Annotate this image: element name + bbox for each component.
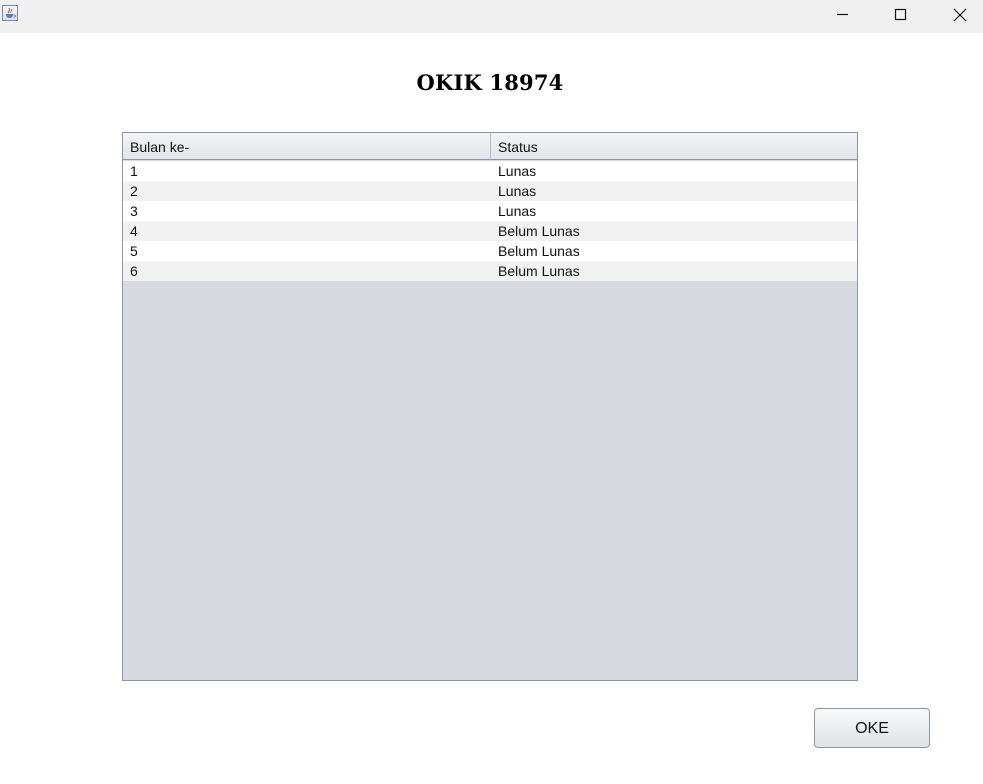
dialog-window: OKIK 18974 Bulan ke- Status 1 Lunas 2 Lu… <box>0 0 983 784</box>
column-header-bulan[interactable]: Bulan ke- <box>123 133 491 159</box>
maximize-icon <box>894 8 907 21</box>
table-row[interactable]: 2 Lunas <box>123 181 857 201</box>
table-body: 1 Lunas 2 Lunas 3 Lunas 4 Belum Lunas 5 … <box>123 161 857 281</box>
cell-month[interactable]: 3 <box>123 201 491 221</box>
cell-status[interactable]: Belum Lunas <box>491 221 857 241</box>
java-cup-icon[interactable] <box>2 5 18 21</box>
close-icon <box>953 8 967 22</box>
cell-status[interactable]: Lunas <box>491 181 857 201</box>
column-header-status[interactable]: Status <box>491 133 857 159</box>
table-row[interactable]: 3 Lunas <box>123 201 857 221</box>
table-row[interactable]: 5 Belum Lunas <box>123 241 857 261</box>
minimize-button[interactable] <box>813 0 871 30</box>
cell-status[interactable]: Belum Lunas <box>491 241 857 261</box>
cell-status[interactable]: Belum Lunas <box>491 261 857 281</box>
minimize-icon <box>837 13 848 16</box>
ok-button[interactable]: OKE <box>814 708 930 748</box>
cell-month[interactable]: 2 <box>123 181 491 201</box>
table-row[interactable]: 4 Belum Lunas <box>123 221 857 241</box>
maximize-button[interactable] <box>871 0 929 30</box>
close-button[interactable] <box>929 0 983 30</box>
title-bar[interactable] <box>0 0 983 33</box>
cell-month[interactable]: 1 <box>123 161 491 181</box>
cell-month[interactable]: 4 <box>123 221 491 241</box>
table-row[interactable]: 1 Lunas <box>123 161 857 181</box>
table-row[interactable]: 6 Belum Lunas <box>123 261 857 281</box>
cell-status[interactable]: Lunas <box>491 161 857 181</box>
table-header: Bulan ke- Status <box>123 133 857 160</box>
cell-month[interactable]: 6 <box>123 261 491 281</box>
payment-table[interactable]: Bulan ke- Status 1 Lunas 2 Lunas 3 Lunas… <box>122 132 858 681</box>
dialog-heading: OKIK 18974 <box>416 70 564 95</box>
cell-status[interactable]: Lunas <box>491 201 857 221</box>
cell-month[interactable]: 5 <box>123 241 491 261</box>
